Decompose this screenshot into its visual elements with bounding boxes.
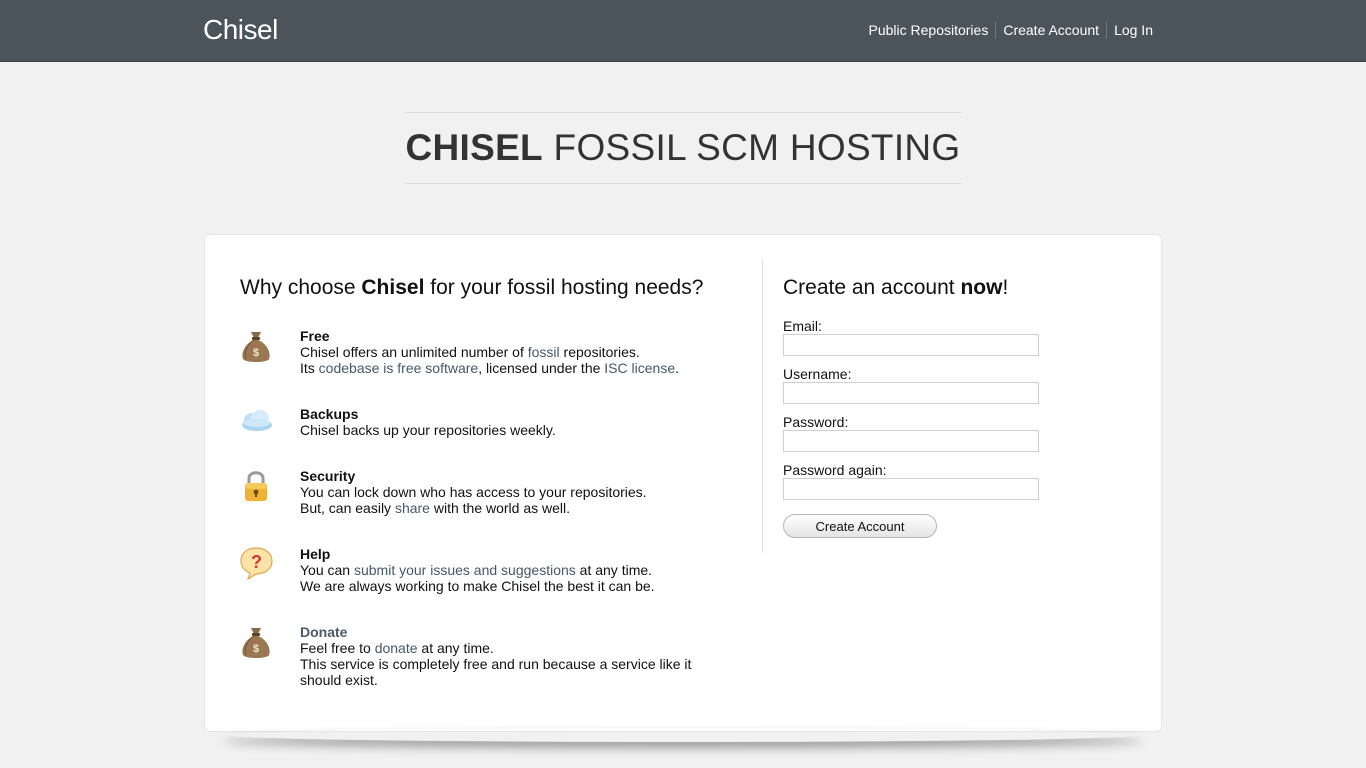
nav-create-account[interactable]: Create Account xyxy=(995,21,1106,39)
donate-line1-pre: Feel free to xyxy=(300,640,375,656)
feature-help-line1: You can submit your issues and suggestio… xyxy=(300,562,720,578)
feature-free-title: Free xyxy=(300,328,330,344)
feature-donate-text: Donate Feel free to donate at any time. … xyxy=(300,624,720,688)
page-title-strong: CHISEL xyxy=(405,127,543,168)
feature-donate-line2: This service is completely free and run … xyxy=(300,656,692,688)
svg-text:$: $ xyxy=(253,643,259,655)
help-line1-post: at any time. xyxy=(575,562,653,578)
free-line2-mid: , licensed under the xyxy=(478,360,605,376)
main-panel: Why choose Chisel for your fossil hostin… xyxy=(204,234,1162,732)
cloud-icon xyxy=(240,406,272,442)
features-section: Why choose Chisel for your fossil hostin… xyxy=(240,275,740,688)
panel-shadow xyxy=(224,728,1142,742)
feature-help-text: Help You can submit your issues and sugg… xyxy=(300,546,720,594)
fossil-link[interactable]: fossil xyxy=(528,344,560,360)
padlock-icon xyxy=(240,468,272,504)
signup-heading-strong: now xyxy=(960,276,1003,299)
feature-help-title: Help xyxy=(300,546,331,562)
top-navbar: Chisel Public Repositories Create Accoun… xyxy=(0,0,1366,62)
help-line1-pre: You can xyxy=(300,562,354,578)
svg-text:?: ? xyxy=(251,552,262,572)
feature-backups-line1: Chisel backs up your repositories weekly… xyxy=(300,422,556,438)
feature-security-line2: But, can easily share with the world as … xyxy=(300,500,720,516)
signup-heading-pre: Create an account xyxy=(783,276,961,299)
donate-link[interactable]: donate xyxy=(375,640,418,656)
donate-title-link[interactable]: Donate xyxy=(300,624,347,640)
page-title-rest: FOSSIL SCM HOSTING xyxy=(542,127,961,168)
free-line1-pre: Chisel offers an unlimited number of xyxy=(300,344,528,360)
email-label: Email: xyxy=(783,318,822,334)
password-label: Password: xyxy=(783,414,849,430)
username-label: Username: xyxy=(783,366,852,382)
free-line2-post: . xyxy=(675,360,679,376)
security-line2-pre: But, can easily xyxy=(300,500,395,516)
feature-donate-line1: Feel free to donate at any time. xyxy=(300,640,720,656)
page-title: CHISEL FOSSIL SCM HOSTING xyxy=(404,112,962,184)
nav-public-repositories[interactable]: Public Repositories xyxy=(861,21,995,39)
feature-free-line2: Its codebase is free software, licensed … xyxy=(300,360,720,376)
username-field[interactable] xyxy=(783,382,1039,404)
money-bag-icon: $ xyxy=(240,328,272,364)
donate-line1-post: at any time. xyxy=(417,640,494,656)
nav-log-in[interactable]: Log In xyxy=(1106,21,1153,39)
feature-security-line1: You can lock down who has access to your… xyxy=(300,484,647,500)
password-again-label: Password again: xyxy=(783,462,887,478)
question-bubble-icon: ? xyxy=(240,546,273,582)
create-account-button[interactable]: Create Account xyxy=(783,514,937,538)
signup-heading-post: ! xyxy=(1002,276,1009,299)
panel-divider xyxy=(762,259,763,553)
signup-section: Create an account now! Email: Username: … xyxy=(783,275,1123,538)
feature-security-title: Security xyxy=(300,468,356,484)
feature-free-line1: Chisel offers an unlimited number of fos… xyxy=(300,344,720,360)
features-heading-pre: Why choose xyxy=(240,276,362,299)
features-heading: Why choose Chisel for your fossil hostin… xyxy=(240,275,740,301)
free-line1-post: repositories. xyxy=(559,344,640,360)
security-line2-post: with the world as well. xyxy=(429,500,571,516)
feature-backups-title: Backups xyxy=(300,406,359,422)
brand-logo-link[interactable]: Chisel xyxy=(203,14,278,46)
feature-security-text: Security You can lock down who has acces… xyxy=(300,468,720,516)
feature-free-text: Free Chisel offers an unlimited number o… xyxy=(300,328,720,376)
password-field[interactable] xyxy=(783,430,1039,452)
top-nav: Public Repositories Create Account Log I… xyxy=(861,21,1153,39)
password-again-field[interactable] xyxy=(783,478,1039,500)
submit-issues-link[interactable]: submit your issues and suggestions xyxy=(354,562,576,578)
features-heading-post: for your fossil hosting needs? xyxy=(424,276,704,299)
codebase-link[interactable]: codebase is free software xyxy=(319,360,479,376)
share-link[interactable]: share xyxy=(395,500,430,516)
feature-backups-text: Backups Chisel backs up your repositorie… xyxy=(300,406,720,438)
svg-text:$: $ xyxy=(253,347,259,359)
free-line2-pre: Its xyxy=(300,360,319,376)
isc-license-link[interactable]: ISC license xyxy=(604,360,675,376)
feature-help-line2: We are always working to make Chisel the… xyxy=(300,578,655,594)
features-heading-strong: Chisel xyxy=(361,276,425,299)
email-field[interactable] xyxy=(783,334,1039,356)
signup-heading: Create an account now! xyxy=(783,275,1123,301)
money-bag-icon: $ xyxy=(240,624,272,660)
